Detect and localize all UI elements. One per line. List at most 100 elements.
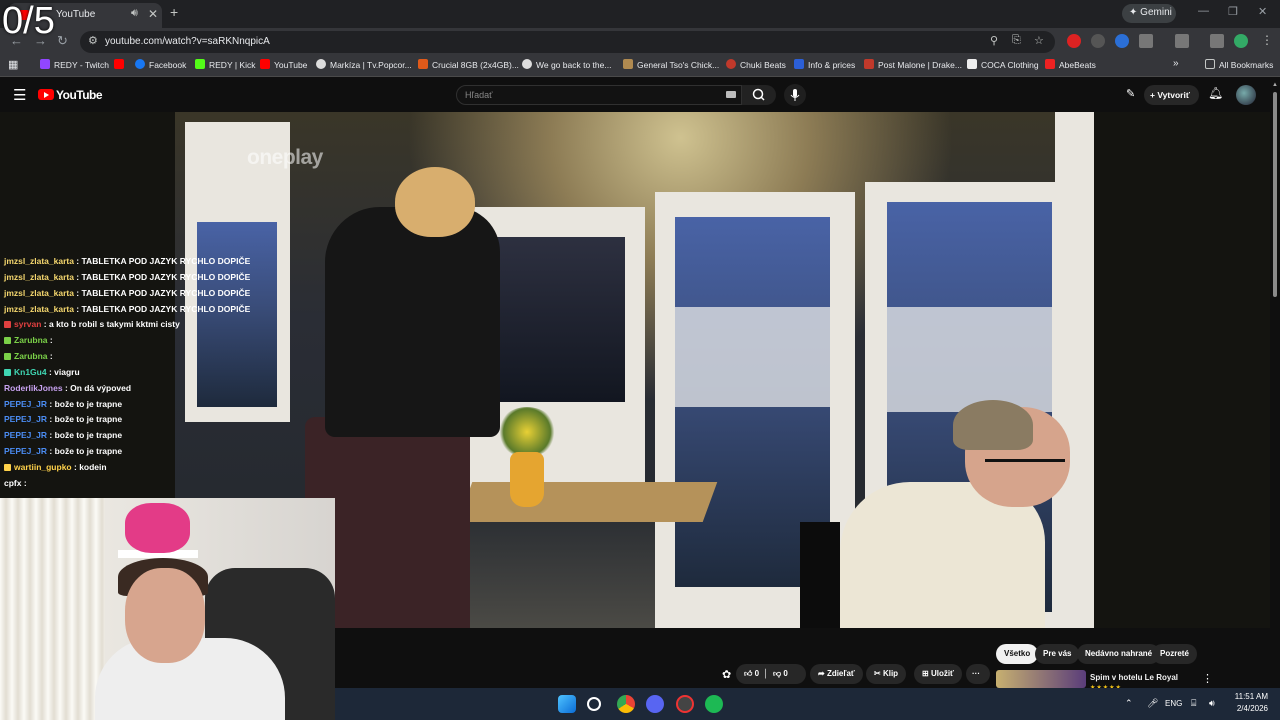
- frosted-glass-band: [887, 307, 1052, 412]
- extension-icon[interactable]: [1067, 34, 1081, 48]
- gemini-button[interactable]: ✦ Gemini: [1122, 4, 1176, 23]
- clock-date: 2/4/2026: [1236, 704, 1268, 713]
- keyboard-icon[interactable]: [726, 91, 736, 98]
- close-window-button[interactable]: ✕: [1258, 5, 1267, 18]
- account-avatar[interactable]: [1236, 85, 1256, 105]
- discord-icon[interactable]: [646, 695, 664, 713]
- site-info-icon[interactable]: ⚙: [88, 34, 98, 47]
- search-icon: [752, 88, 765, 101]
- scrollbar-thumb[interactable]: [1273, 92, 1277, 297]
- apps-grid-icon[interactable]: ▦: [8, 58, 18, 71]
- bookmark-star-icon[interactable]: ☆: [1034, 34, 1044, 47]
- bookmark-item[interactable]: REDY | Kick: [195, 59, 255, 70]
- chat-message: PEPEJ_JR : bože to je trapne: [4, 397, 244, 413]
- chat-username: Zarubna: [14, 335, 48, 346]
- search-taskbar-icon[interactable]: [587, 697, 601, 711]
- media-icon[interactable]: [1210, 34, 1224, 48]
- youtube-logo-icon[interactable]: [38, 89, 54, 100]
- clip-button[interactable]: ✂ Klip: [866, 664, 907, 684]
- chat-username: PEPEJ_JR: [4, 446, 47, 457]
- minimize-button[interactable]: —: [1198, 5, 1209, 17]
- bookmark-item[interactable]: YouTube: [260, 59, 307, 70]
- bookmark-item[interactable]: Facebook: [135, 59, 186, 70]
- filter-chip-watched[interactable]: Pozreté: [1152, 644, 1197, 664]
- volume-icon[interactable]: 🔊︎: [1209, 698, 1215, 709]
- chat-text: TABLETKA POD JAZYK RYCHLO DOPIČE: [81, 271, 251, 282]
- extension-icon[interactable]: [1091, 34, 1105, 48]
- windows-start-icon[interactable]: [558, 695, 576, 713]
- bookmarks-bar: ▦ REDY - Twitch Facebook REDY | Kick You…: [0, 55, 1280, 77]
- side-panel-icon[interactable]: [1175, 34, 1189, 48]
- search-button[interactable]: [742, 85, 776, 105]
- bookmark-item[interactable]: General Tso's Chick...: [623, 59, 719, 70]
- app-icon[interactable]: [676, 695, 694, 713]
- search-input[interactable]: Hľadať: [456, 85, 742, 105]
- bookmark-item[interactable]: Crucial 8GB (2x4GB)...: [418, 59, 519, 70]
- address-bar-row: ← → ↻ ⚙ youtube.com/watch?v=saRKNnqpicA …: [0, 28, 1280, 55]
- bookmark-item[interactable]: COCA Clothing: [967, 59, 1039, 70]
- create-button[interactable]: + Vytvoriť: [1144, 85, 1199, 105]
- hamburger-menu-icon[interactable]: ☰: [13, 86, 26, 104]
- chat-text: bože to je trapne: [54, 398, 123, 409]
- all-bookmarks-folder[interactable]: All Bookmarks: [1205, 59, 1273, 70]
- more-bookmarks-chevron-icon[interactable]: »: [1173, 58, 1179, 69]
- chat-separator: :: [41, 319, 49, 330]
- system-clock[interactable]: 11:51 AM 2/4/2026: [1232, 691, 1268, 715]
- save-button[interactable]: ⊞ Uložiť: [914, 664, 962, 684]
- share-label: Zdieľať: [826, 669, 855, 678]
- bookmark-item[interactable]: Post Malone | Drake...: [864, 59, 962, 70]
- filter-chip-recent[interactable]: Nedávno nahrané: [1077, 644, 1161, 664]
- recommended-video-title[interactable]: Spim v hotelu Le Royal: [1090, 673, 1178, 682]
- remix-icon[interactable]: ✿: [722, 668, 731, 681]
- tray-mic-icon[interactable]: 🎤︎: [1147, 698, 1158, 709]
- browser-menu-icon[interactable]: ⋮: [1261, 33, 1273, 47]
- page-scrollbar[interactable]: ▲: [1270, 78, 1280, 688]
- chat-separator: :: [47, 414, 55, 425]
- recommended-more-icon[interactable]: ⋮: [1202, 672, 1213, 685]
- filter-chip-for-you[interactable]: Pre vás: [1035, 644, 1080, 664]
- recommended-video-thumbnail[interactable]: [996, 670, 1086, 688]
- more-actions-button[interactable]: ···: [966, 664, 990, 684]
- chat-username: wartiin_gupko: [14, 461, 72, 472]
- close-tab-icon[interactable]: ✕: [148, 7, 158, 21]
- chat-message: syrvan : a kto b robil s takymi kktmi ci…: [4, 317, 244, 333]
- profile-avatar-icon[interactable]: [1234, 34, 1248, 48]
- spotify-icon[interactable]: [705, 695, 723, 713]
- new-tab-button[interactable]: +: [170, 4, 178, 20]
- bookmark-item[interactable]: AbeBeats: [1045, 59, 1096, 70]
- url-text[interactable]: youtube.com/watch?v=saRKNnqpicA: [105, 36, 270, 47]
- scroll-up-arrow-icon[interactable]: ▲: [1272, 82, 1278, 88]
- install-icon[interactable]: ⎘: [1012, 34, 1021, 47]
- bookmark-item[interactable]: REDY - Twitch: [40, 59, 109, 70]
- speaker-icon[interactable]: 🔊︎: [131, 7, 138, 20]
- extension-icon[interactable]: [1115, 34, 1129, 48]
- dislike-count[interactable]: 0: [783, 669, 787, 678]
- chat-text: kodein: [79, 461, 107, 472]
- bookmark-item[interactable]: We go back to the...: [522, 59, 611, 70]
- omnibox[interactable]: ⚙ youtube.com/watch?v=saRKNnqpicA ⚲ ⎘ ☆: [80, 31, 1055, 53]
- maximize-button[interactable]: ❐: [1228, 5, 1238, 18]
- youtube-logo-text[interactable]: YouTube: [56, 88, 103, 102]
- chrome-icon[interactable]: [617, 695, 635, 713]
- thumbs-down-icon[interactable]: 👎︎: [773, 669, 781, 678]
- bookmark-item[interactable]: Markíza | Tv.Popcor...: [316, 59, 412, 70]
- share-button[interactable]: ➦ Zdieľať: [810, 664, 863, 684]
- filter-chip-all[interactable]: Všetko: [996, 644, 1039, 664]
- bookmark-item[interactable]: Chuki Beats: [726, 59, 786, 70]
- notifications-bell-icon[interactable]: 🔔︎: [1208, 86, 1223, 100]
- network-icon[interactable]: ⌸: [1191, 698, 1196, 709]
- language-indicator[interactable]: ENG: [1165, 699, 1182, 708]
- chat-message: cpfx :: [4, 476, 244, 492]
- thumbs-up-icon[interactable]: 👍︎: [744, 669, 752, 678]
- reload-icon[interactable]: ↻: [57, 33, 68, 49]
- studio-icon[interactable]: ✎: [1126, 87, 1135, 100]
- bookmark-item[interactable]: [114, 59, 128, 70]
- voice-search-button[interactable]: [784, 84, 806, 106]
- bookmark-item[interactable]: Info & prices: [794, 59, 855, 70]
- zoom-icon[interactable]: ⚲: [990, 34, 998, 47]
- tray-chevron-icon[interactable]: ⌃: [1125, 698, 1133, 709]
- browser-tab-bar: YouTube 🔊︎ ✕ + ✦ Gemini — ❐ ✕: [0, 0, 1280, 28]
- chat-message: jmzsl_zlata_karta : TABLETKA POD JAZYK R…: [4, 286, 250, 302]
- extensions-puzzle-icon[interactable]: [1139, 34, 1153, 48]
- like-count[interactable]: 0: [755, 669, 759, 678]
